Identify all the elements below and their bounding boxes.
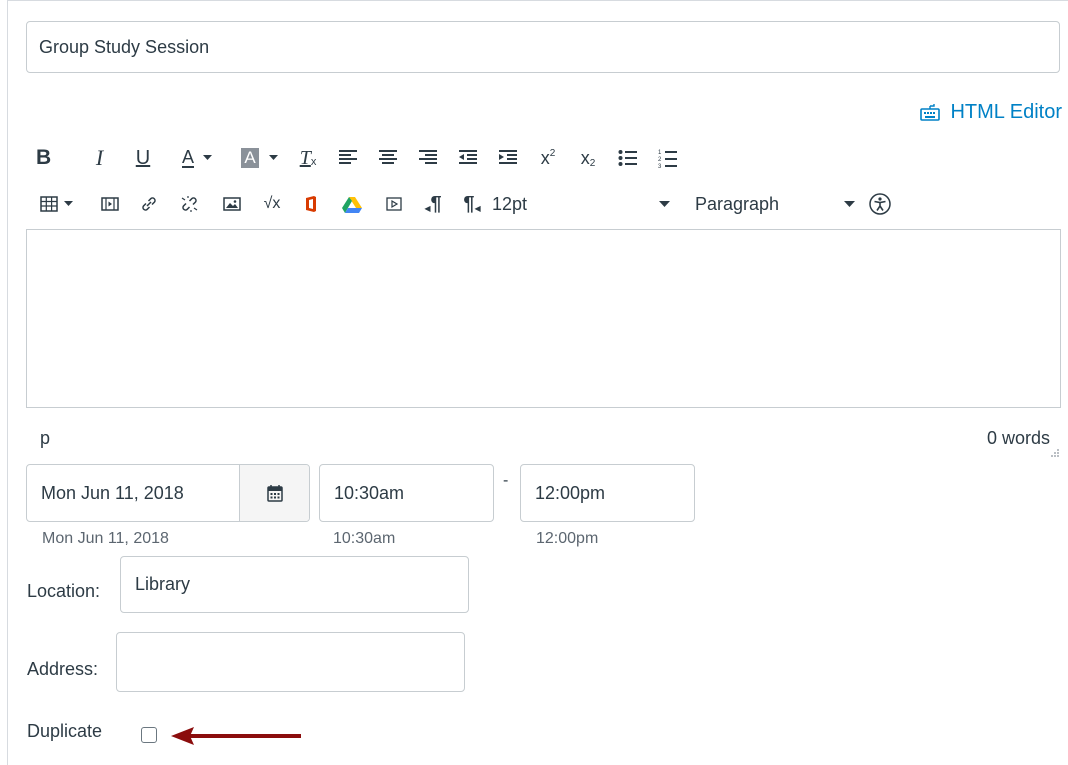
toolbar-row-1: B I U A A Tx x2 x2 123 bbox=[36, 144, 688, 172]
top-border bbox=[7, 0, 1068, 1]
font-size-dropdown[interactable]: 12pt bbox=[492, 190, 680, 218]
rich-text-editor-area[interactable] bbox=[26, 229, 1061, 408]
location-input[interactable]: Library bbox=[120, 556, 469, 613]
date-hint: Mon Jun 11, 2018 bbox=[42, 530, 169, 547]
event-title-input[interactable]: Group Study Session bbox=[26, 21, 1060, 73]
keyboard-icon bbox=[920, 103, 941, 121]
text-color-icon[interactable]: A bbox=[163, 144, 231, 172]
office365-icon[interactable] bbox=[292, 190, 330, 218]
calendar-button[interactable] bbox=[239, 465, 309, 521]
date-input[interactable]: Mon Jun 11, 2018 bbox=[27, 483, 239, 504]
clear-formatting-icon[interactable]: Tx bbox=[288, 144, 328, 172]
ltr-icon[interactable]: ◀ ¶ bbox=[414, 190, 452, 218]
rtl-icon[interactable]: ¶ ◀ bbox=[452, 190, 492, 218]
calendar-icon bbox=[266, 485, 283, 502]
duplicate-checkbox[interactable] bbox=[141, 727, 157, 743]
chevron-down-icon bbox=[659, 200, 670, 207]
start-time-hint: 10:30am bbox=[333, 530, 396, 547]
block-format-value: Paragraph bbox=[695, 193, 780, 214]
align-right-icon[interactable] bbox=[408, 144, 448, 172]
font-size-value: 12pt bbox=[492, 193, 528, 214]
subscript-icon[interactable]: x2 bbox=[568, 144, 608, 172]
align-center-icon[interactable] bbox=[368, 144, 408, 172]
arrow-icon bbox=[171, 727, 301, 745]
element-path[interactable]: p bbox=[40, 428, 50, 449]
bullet-list-icon[interactable] bbox=[608, 144, 648, 172]
address-input[interactable] bbox=[116, 632, 465, 692]
left-border bbox=[7, 0, 8, 765]
media-icon[interactable] bbox=[90, 190, 130, 218]
accessibility-checker-icon[interactable] bbox=[865, 190, 895, 218]
end-time-hint: 12:00pm bbox=[536, 530, 599, 547]
indent-icon[interactable] bbox=[488, 144, 528, 172]
location-label: Location: bbox=[27, 581, 101, 601]
background-color-icon[interactable]: A bbox=[231, 144, 288, 172]
superscript-icon[interactable]: x2 bbox=[528, 144, 568, 172]
html-editor-label[interactable]: HTML Editor bbox=[950, 101, 1062, 124]
image-icon[interactable] bbox=[212, 190, 252, 218]
embed-icon[interactable] bbox=[374, 190, 414, 218]
outdent-icon[interactable] bbox=[448, 144, 488, 172]
chevron-down-icon bbox=[844, 200, 855, 207]
google-drive-icon[interactable] bbox=[330, 190, 374, 218]
svg-text:2: 2 bbox=[658, 157, 662, 163]
start-time-input[interactable]: 10:30am bbox=[319, 464, 494, 522]
italic-icon[interactable]: I bbox=[76, 144, 123, 172]
unlink-icon[interactable] bbox=[168, 190, 212, 218]
date-field[interactable]: Mon Jun 11, 2018 bbox=[26, 464, 310, 522]
resize-handle-icon[interactable] bbox=[1048, 446, 1060, 458]
bold-icon[interactable]: B bbox=[36, 144, 76, 172]
block-format-dropdown[interactable]: Paragraph bbox=[680, 190, 865, 218]
align-left-icon[interactable] bbox=[328, 144, 368, 172]
word-count: 0 words bbox=[986, 428, 1050, 448]
underline-icon[interactable]: U bbox=[123, 144, 163, 172]
time-separator: - bbox=[503, 472, 509, 489]
duplicate-label: Duplicate bbox=[27, 721, 103, 741]
svg-text:3: 3 bbox=[658, 164, 662, 168]
numbered-list-icon[interactable]: 123 bbox=[648, 144, 688, 172]
svg-text:1: 1 bbox=[658, 150, 662, 156]
end-time-input[interactable]: 12:00pm bbox=[520, 464, 695, 522]
table-icon[interactable] bbox=[40, 190, 90, 218]
link-icon[interactable] bbox=[130, 190, 168, 218]
html-editor-link[interactable]: HTML Editor bbox=[920, 98, 1062, 126]
address-label: Address: bbox=[27, 659, 99, 679]
toolbar-row-2: √x ◀ ¶ ¶ ◀ 12pt Paragraph bbox=[40, 190, 895, 218]
math-icon[interactable]: √x bbox=[252, 190, 292, 218]
